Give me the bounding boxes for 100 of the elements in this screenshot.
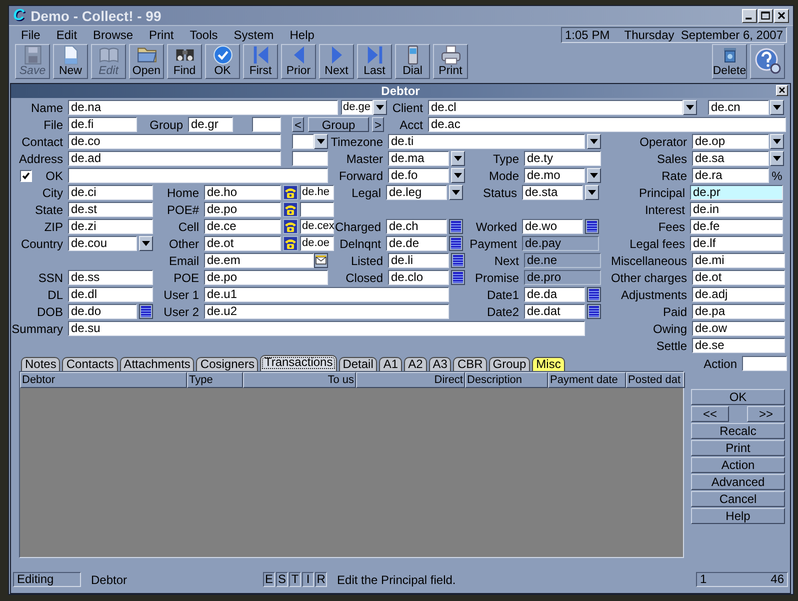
text-field[interactable]: de.ma: [388, 151, 449, 166]
phone-icon[interactable]: [283, 185, 298, 200]
help-button[interactable]: [750, 44, 785, 79]
group-button[interactable]: >: [372, 117, 384, 132]
dropdown-button[interactable]: [587, 168, 601, 183]
text-field[interactable]: de.ce: [204, 219, 281, 234]
group-button[interactable]: <: [292, 117, 304, 132]
list-icon[interactable]: [451, 253, 465, 268]
tab[interactable]: Notes: [21, 357, 60, 371]
action-button[interactable]: Advanced: [691, 474, 785, 490]
text-field[interactable]: de.da: [524, 287, 585, 302]
toolbar-button[interactable]: Next: [319, 44, 354, 79]
text-field[interactable]: de.cl: [428, 100, 683, 115]
close-icon[interactable]: [774, 8, 789, 22]
dropdown-button[interactable]: [451, 151, 465, 166]
tab[interactable]: Cosigners: [196, 357, 258, 371]
text-field[interactable]: de.wo: [522, 219, 583, 234]
text-field[interactable]: de.fo: [388, 168, 449, 183]
tab[interactable]: Contacts: [62, 357, 118, 371]
text-field[interactable]: [742, 356, 787, 371]
text-field[interactable]: de.li: [388, 253, 449, 268]
toolbar-button[interactable]: Prior: [281, 44, 316, 79]
text-field[interactable]: de.fe: [690, 219, 783, 234]
dropdown-button[interactable]: [373, 100, 387, 115]
dropdown-button[interactable]: [139, 236, 153, 251]
text-field[interactable]: de.adj: [692, 287, 785, 302]
toolbar-button[interactable]: New: [53, 44, 88, 79]
text-field[interactable]: de.mo: [524, 168, 585, 183]
tab[interactable]: Transactions: [260, 355, 337, 371]
text-field[interactable]: de.ho: [204, 185, 281, 200]
action-button[interactable]: Help: [691, 508, 785, 524]
text-field[interactable]: [68, 168, 328, 183]
text-field[interactable]: [292, 134, 314, 149]
phone-icon[interactable]: [283, 202, 298, 217]
text-field[interactable]: de.op: [692, 134, 769, 149]
text-field[interactable]: de.ot: [204, 236, 281, 251]
column-header[interactable]: Posted dat: [626, 372, 685, 388]
tab[interactable]: CBR: [453, 357, 487, 371]
list-icon[interactable]: [449, 236, 463, 251]
dropdown-button[interactable]: [585, 185, 599, 200]
text-field[interactable]: de.dat: [524, 304, 585, 319]
menu-item[interactable]: Print: [141, 28, 182, 42]
text-field[interactable]: de.do: [68, 304, 137, 319]
text-field[interactable]: de.ss: [68, 270, 153, 285]
text-field[interactable]: de.u2: [204, 304, 449, 319]
checkbox[interactable]: [20, 170, 32, 182]
action-button[interactable]: Cancel: [691, 491, 785, 507]
action-button[interactable]: >>: [747, 406, 785, 422]
text-field[interactable]: de.ac: [428, 117, 786, 132]
text-field[interactable]: de.sta: [522, 185, 583, 200]
column-header[interactable]: Type: [187, 372, 243, 388]
text-field[interactable]: de.gr: [188, 117, 233, 132]
text-field[interactable]: de.oe: [300, 236, 334, 251]
menu-item[interactable]: System: [226, 28, 282, 42]
text-field[interactable]: [252, 117, 281, 132]
text-field[interactable]: de.ci: [68, 185, 153, 200]
column-header[interactable]: Debtor: [20, 372, 187, 388]
toolbar-button[interactable]: Find: [167, 44, 202, 79]
text-field[interactable]: de.st: [68, 202, 153, 217]
text-field[interactable]: de.cou: [68, 236, 137, 251]
phone-icon[interactable]: [283, 236, 298, 251]
tab[interactable]: Group: [488, 357, 530, 371]
list-icon[interactable]: [587, 287, 601, 302]
text-field[interactable]: de.co: [68, 134, 281, 149]
tab[interactable]: Attachments: [120, 357, 194, 371]
tab[interactable]: Misc: [532, 357, 565, 371]
text-field[interactable]: de.in: [690, 202, 783, 217]
toolbar-button[interactable]: Last: [357, 44, 392, 79]
text-field[interactable]: de.de: [386, 236, 447, 251]
column-header[interactable]: Payment date: [548, 372, 626, 388]
menu-item[interactable]: Browse: [85, 28, 142, 42]
phone-icon[interactable]: [283, 219, 298, 234]
text-field[interactable]: [300, 202, 334, 217]
text-field[interactable]: de.ge: [341, 100, 373, 115]
dropdown-button[interactable]: [314, 134, 328, 149]
text-field[interactable]: de.mi: [692, 253, 785, 268]
text-field[interactable]: de.ty: [524, 151, 601, 166]
text-field[interactable]: de.ch: [386, 219, 447, 234]
text-field[interactable]: de.pa: [692, 304, 785, 319]
text-field[interactable]: de.he: [300, 185, 334, 200]
menu-item[interactable]: Help: [282, 28, 322, 42]
column-header[interactable]: Description: [465, 372, 548, 388]
dropdown-button[interactable]: [770, 134, 784, 149]
text-field[interactable]: de.fi: [68, 117, 137, 132]
toolbar-button[interactable]: Open: [129, 44, 164, 79]
column-header[interactable]: To us: [243, 372, 356, 388]
menu-item[interactable]: File: [13, 28, 48, 42]
text-field[interactable]: de.sa: [692, 151, 769, 166]
text-field[interactable]: de.ra: [692, 168, 769, 183]
action-button[interactable]: OK: [691, 389, 785, 405]
text-field[interactable]: de.dl: [68, 287, 153, 302]
group-button[interactable]: Group: [308, 117, 369, 132]
tab[interactable]: A3: [428, 357, 452, 371]
menu-item[interactable]: Edit: [48, 28, 86, 42]
dropdown-button[interactable]: [683, 100, 697, 115]
tab[interactable]: A1: [379, 357, 402, 371]
text-field[interactable]: de.na: [68, 100, 338, 115]
text-field[interactable]: de.cex: [300, 219, 334, 234]
text-field[interactable]: de.lf: [690, 236, 783, 251]
column-header[interactable]: Direct: [356, 372, 465, 388]
